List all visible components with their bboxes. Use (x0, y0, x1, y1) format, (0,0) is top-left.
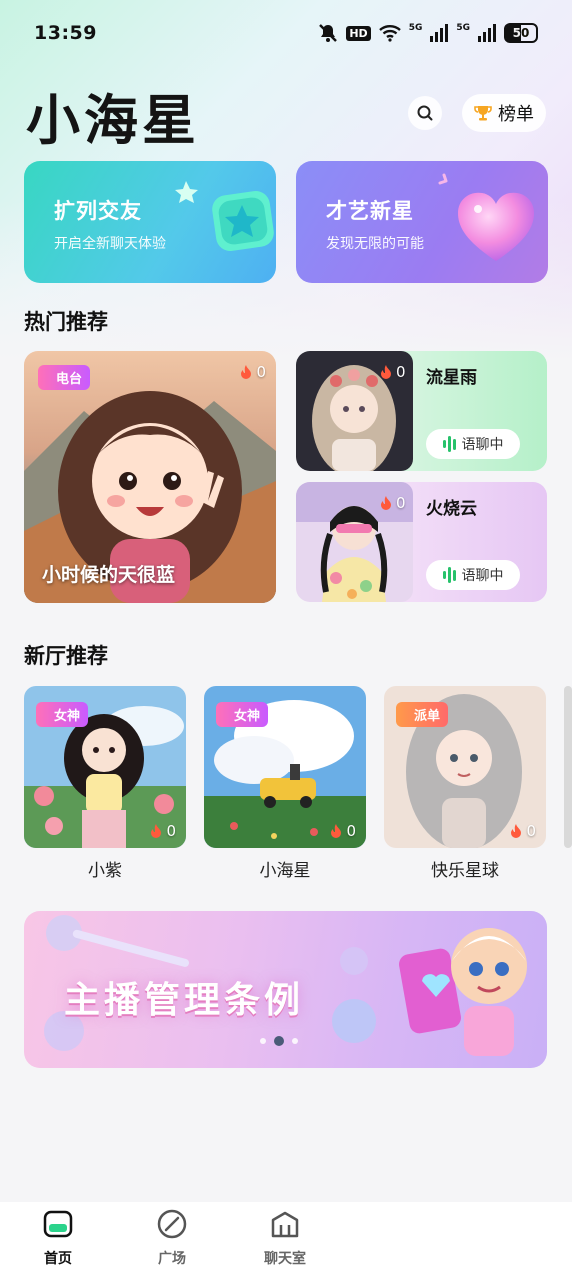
flame-icon (381, 496, 391, 510)
hot-room-featured[interactable]: 电台 0 小时候的天很蓝 (24, 351, 276, 603)
new-room-card[interactable]: 派单 0 (384, 686, 546, 848)
voice-wave-icon (442, 436, 456, 452)
voice-chat-status: 语聊中 (426, 429, 520, 459)
flame-icon (381, 365, 391, 379)
feature-card-title: 扩列交友 (54, 199, 142, 223)
banner-title: 主播管理条例 (64, 980, 305, 1021)
battery-icon: 50 (504, 23, 538, 43)
new-room-name: 小海星 (259, 861, 311, 881)
hot-room-card[interactable]: 0 流星雨 语聊中 (296, 351, 547, 471)
tab-label: 广场 (158, 1251, 186, 1267)
status-time: 13:59 (34, 22, 97, 44)
tab-label: 聊天室 (264, 1251, 306, 1267)
heart-icon (438, 173, 534, 261)
room-tag: 女神 (36, 702, 89, 727)
signal-1-label: 5G (408, 23, 423, 33)
hd-icon: HD (346, 25, 371, 41)
new-room-card[interactable]: 女神 0 (24, 686, 186, 848)
banner-pagination (260, 1036, 298, 1046)
building-icon (271, 1211, 299, 1238)
new-room-card-partial[interactable] (564, 686, 572, 848)
heat-count: 0 (330, 822, 356, 840)
feature-card-make-friends[interactable]: 扩列交友 开启全新聊天体验 (24, 161, 276, 283)
feature-card-talent[interactable]: 才艺新星 发现无限的可能 (296, 161, 548, 283)
search-icon (417, 105, 433, 121)
room-caption: 小时候的天很蓝 (42, 564, 176, 586)
status-icons: HD 5G 5G 50 (318, 23, 538, 43)
wifi-icon (378, 25, 401, 42)
room-name: 火烧云 (426, 499, 477, 519)
page-dot-active (274, 1036, 284, 1046)
leaderboard-label: 榜单 (498, 104, 534, 125)
flame-icon (511, 824, 522, 838)
signal-2-icon (478, 24, 496, 42)
feature-card-subtitle: 发现无限的可能 (326, 236, 424, 252)
flame-icon (151, 824, 162, 838)
tab-square[interactable]: 广场 (132, 1208, 212, 1268)
feature-card-subtitle: 开启全新聊天体验 (54, 236, 166, 252)
search-button[interactable] (408, 96, 442, 130)
room-tag: 电台 (38, 365, 91, 390)
compass-icon (157, 1209, 187, 1239)
home-icon (43, 1210, 73, 1238)
heat-count: 0 (150, 822, 176, 840)
section-title-hot: 热门推荐 (24, 310, 108, 334)
section-title-new: 新厅推荐 (24, 644, 108, 668)
new-room-name: 小紫 (88, 861, 122, 881)
flame-icon (331, 824, 342, 838)
tab-home[interactable]: 首页 (18, 1208, 98, 1268)
voice-wave-icon (442, 567, 456, 583)
status-bar: 13:59 HD 5G 5G 50 (0, 0, 572, 66)
trophy-icon (474, 106, 492, 121)
hot-room-card[interactable]: 0 火烧云 语聊中 (296, 482, 547, 602)
tab-chatroom[interactable]: 聊天室 (245, 1208, 325, 1268)
heat-count: 0 (380, 494, 406, 512)
tab-label: 首页 (44, 1251, 72, 1267)
new-room-name: 快乐星球 (431, 861, 499, 881)
voice-chat-status: 语聊中 (426, 560, 520, 590)
room-tag: 女神 (216, 702, 269, 727)
signal-2-label: 5G (456, 23, 470, 33)
room-name: 流星雨 (426, 368, 477, 388)
feature-card-title: 才艺新星 (326, 199, 414, 223)
app-title: 小海星 (26, 89, 200, 152)
promo-banner[interactable]: 主播管理条例 (24, 911, 547, 1068)
room-tag: 派单 (396, 702, 449, 727)
bottom-tab-bar: 首页 广场 聊天室 (0, 1202, 572, 1279)
new-room-card[interactable]: 女神 0 (204, 686, 366, 848)
leaderboard-button[interactable]: 榜单 (462, 94, 546, 132)
page-dot (292, 1038, 298, 1044)
star-card-icon (175, 181, 274, 251)
heat-count: 0 (510, 822, 536, 840)
heat-count: 0 (240, 363, 266, 381)
page-dot (260, 1038, 266, 1044)
signal-1-icon (430, 24, 449, 42)
heat-count: 0 (380, 363, 406, 381)
flame-icon (241, 365, 252, 379)
mute-bell-icon (319, 24, 338, 42)
